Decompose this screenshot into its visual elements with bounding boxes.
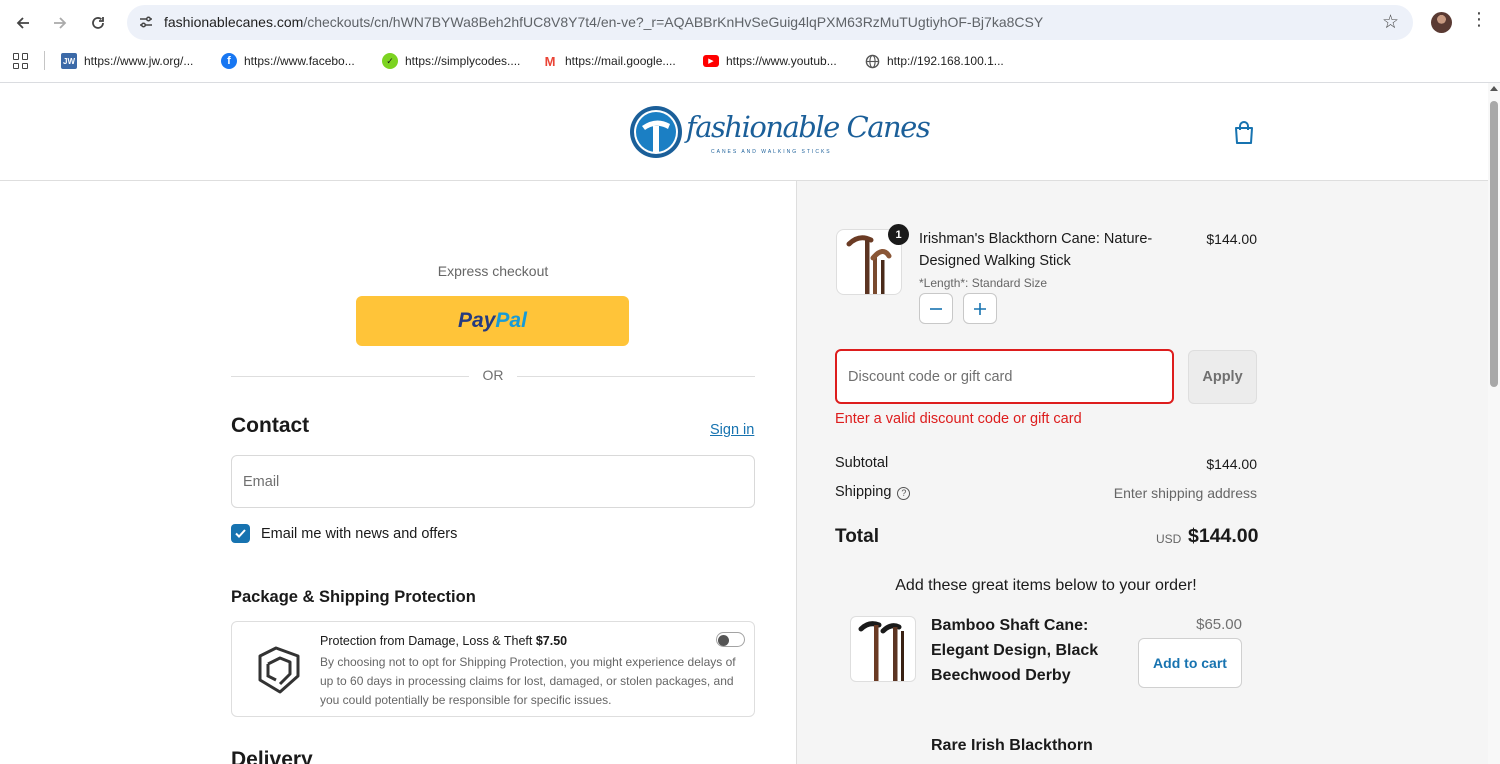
upsell-heading: Add these great items below to your orde… [895,577,1197,594]
back-arrow-icon[interactable] [8,8,38,38]
cane-logo-icon [630,106,682,158]
paypal-button[interactable]: Pay Pal [356,296,629,346]
facebook-icon: f [221,53,237,69]
protection-title: Protection from Damage, Loss & Theft $7.… [320,634,568,648]
upsell-product-name: Rare Irish Blackthorn [931,737,1093,754]
total-currency: USD [1156,532,1182,546]
site-settings-icon[interactable] [138,14,154,30]
subtotal-label: Subtotal [835,455,889,471]
discount-code-field[interactable] [835,349,1174,404]
apps-grid-icon[interactable] [13,53,29,69]
protection-description: By choosing not to opt for Shipping Prot… [320,655,736,707]
express-checkout-label: Express checkout [437,263,549,279]
scroll-up-arrow-icon[interactable] [1490,86,1498,91]
bookmarks-divider [44,51,45,70]
shipping-label: Shipping? [835,484,911,500]
browser-chrome: fashionablecanes.com/checkouts/cn/hWN7BY… [0,0,1500,83]
shield-icon [258,646,300,694]
total-label: Total [835,526,879,547]
protection-toggle[interactable] [716,632,745,647]
jw-icon: JW [61,53,77,69]
page-scrollbar[interactable] [1488,83,1500,764]
globe-icon [864,53,880,69]
protection-heading: Package & Shipping Protection [231,588,476,606]
bookmark-item[interactable]: http://192.168.100.1... [864,52,1004,70]
checkmark-icon [235,529,246,538]
bookmark-item[interactable]: ▶ https://www.youtub... [703,52,837,70]
add-to-cart-button[interactable]: Add to cart [1138,638,1242,688]
scrollbar-thumb[interactable] [1490,101,1498,387]
upsell-product-price: $65.00 [1196,616,1242,633]
decrease-quantity-button[interactable] [919,293,953,324]
item-price: $144.00 [1206,231,1257,247]
total-value: $144.00 [1188,525,1259,547]
help-icon[interactable]: ? [897,486,911,500]
upsell-product-thumbnail [850,616,916,682]
youtube-icon: ▶ [703,55,719,67]
bookmarks-bar: JW https://www.jw.org/... f https://www.… [0,46,1500,76]
upsell-product-name: Bamboo Shaft Cane: Elegant Design, Black… [931,617,1099,684]
item-name: Irishman's Blackthorn Cane: Nature-Desig… [919,231,1153,269]
delivery-heading: Delivery [231,748,313,764]
checkout-page: fashionable Canes CANES AND WALKING STIC… [0,83,1488,764]
quantity-badge: 1 [888,224,909,245]
shopping-bag-icon[interactable] [1233,120,1255,145]
logo-tagline: CANES AND WALKING STICKS [711,149,832,155]
logo-wordmark: fashionable Canes [686,110,931,144]
forward-arrow-icon[interactable] [45,8,75,38]
protection-card: Protection from Damage, Loss & Theft $7.… [231,621,755,717]
reload-icon[interactable] [83,8,113,38]
bookmark-item[interactable]: f https://www.facebo... [221,52,355,70]
increase-quantity-button[interactable] [963,293,997,324]
simplycodes-icon: ✓ [382,53,398,69]
item-variant: *Length*: Standard Size [919,276,1048,290]
bookmark-item[interactable]: JW https://www.jw.org/... [61,52,193,70]
email-field[interactable] [231,455,755,508]
browser-menu-icon[interactable]: ⋮ [1470,9,1488,30]
store-logo[interactable]: fashionable Canes CANES AND WALKING STIC… [628,102,931,162]
store-header: fashionable Canes CANES AND WALKING STIC… [0,83,1488,181]
bookmark-item[interactable]: M https://mail.google.... [542,52,676,70]
subtotal-value: $144.00 [1206,456,1257,472]
discount-error-message: Enter a valid discount code or gift card [835,411,1082,427]
sign-in-link[interactable]: Sign in [710,422,754,438]
gmail-icon: M [544,53,556,69]
shipping-value: Enter shipping address [1113,485,1257,501]
bookmark-item[interactable]: ✓ https://simplycodes.... [382,52,520,70]
apply-discount-button[interactable]: Apply [1188,350,1257,404]
minus-icon [930,307,942,310]
or-divider: OR [231,367,755,385]
newsletter-label: Email me with news and offers [261,526,458,542]
newsletter-checkbox[interactable] [231,524,250,543]
address-bar[interactable]: fashionablecanes.com/checkouts/cn/hWN7BY… [127,5,1413,40]
profile-avatar[interactable] [1431,12,1452,33]
url-text: fashionablecanes.com/checkouts/cn/hWN7BY… [164,14,1044,30]
contact-heading: Contact [231,414,310,437]
plus-icon [974,302,986,315]
bookmark-star-icon[interactable]: ☆ [1382,11,1399,34]
